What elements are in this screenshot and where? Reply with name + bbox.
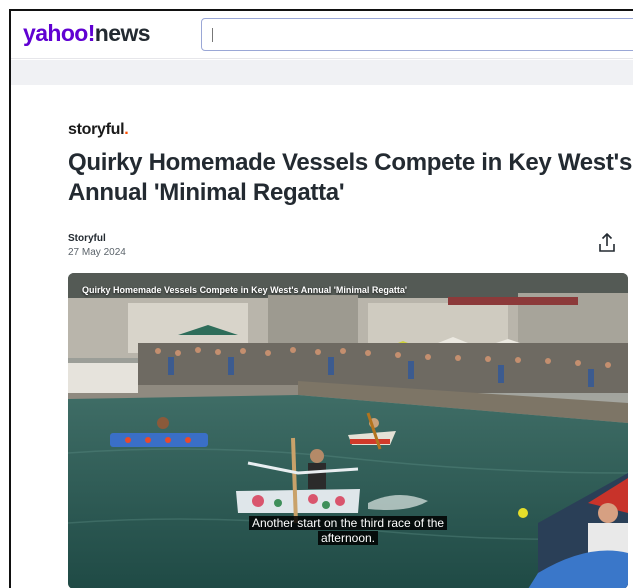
caption-line-1: Another start on the third race of the — [248, 516, 448, 530]
ad-banner-placeholder — [11, 60, 633, 85]
text-caret — [212, 28, 213, 42]
browser-frame: yahoo!news storyful. Quirky Homemade Ves… — [9, 9, 633, 588]
logo-section: news — [94, 20, 151, 46]
top-navigation-bar: yahoo!news — [11, 11, 633, 59]
byline-author[interactable]: Storyful — [68, 233, 106, 244]
publisher-logo[interactable]: storyful. — [68, 121, 129, 139]
byline-date: 27 May 2024 — [68, 247, 126, 258]
search-input[interactable] — [202, 19, 633, 50]
share-upload-icon — [599, 233, 615, 252]
video-player[interactable]: Quirky Homemade Vessels Compete in Key W… — [68, 273, 628, 588]
publisher-dot: . — [124, 121, 129, 138]
video-captions: Another start on the third race of the a… — [68, 516, 628, 546]
caption-line-2: afternoon. — [317, 531, 379, 545]
publisher-name: storyful — [68, 121, 125, 138]
logo-brand: yahoo! — [23, 20, 95, 46]
search-box[interactable] — [201, 18, 633, 51]
video-title: Quirky Homemade Vessels Compete in Key W… — [82, 285, 408, 295]
article-headline: Quirky Homemade Vessels Compete in Key W… — [68, 149, 633, 206]
yahoo-news-logo[interactable]: yahoo!news — [23, 20, 151, 46]
share-button[interactable] — [597, 232, 617, 254]
